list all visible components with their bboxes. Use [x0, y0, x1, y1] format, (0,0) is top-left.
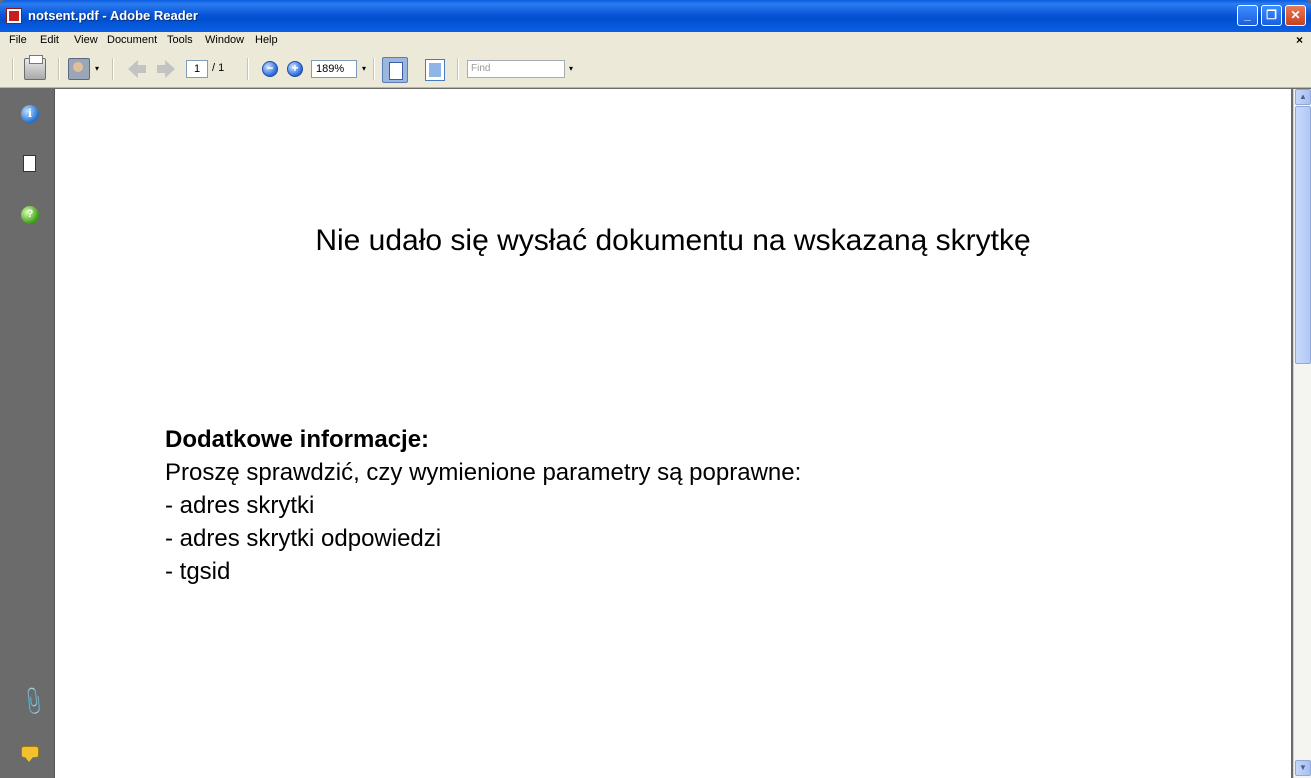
scroll-up-button[interactable]: ▲ — [1295, 89, 1311, 105]
info-icon[interactable]: i — [21, 105, 39, 123]
page-number-input[interactable]: 1 — [186, 60, 208, 78]
navigation-pane: i ? 📎 — [0, 89, 55, 778]
document-subheading: Dodatkowe informacje: — [165, 426, 430, 453]
toolbar-separator — [112, 58, 114, 80]
document-area: Nie udało się wysłać dokumentu na wskaza… — [55, 89, 1293, 778]
fit-page-icon[interactable] — [382, 57, 408, 83]
zoom-out-icon[interactable]: − — [262, 61, 278, 77]
toolbar-separator — [247, 58, 249, 80]
print-icon[interactable] — [24, 55, 46, 80]
pages-icon[interactable] — [20, 153, 36, 172]
comments-icon[interactable] — [21, 746, 39, 762]
document-line: - tgsid — [165, 558, 231, 585]
title-bar: notsent.pdf - Adobe Reader _ ❐ ✕ — [0, 0, 1311, 32]
attachments-icon[interactable]: 📎 — [16, 686, 49, 718]
help-icon[interactable]: ? — [21, 206, 39, 224]
next-page-icon[interactable] — [157, 60, 175, 78]
zoom-dropdown-arrow[interactable]: ▾ — [359, 60, 369, 78]
email-dropdown-arrow[interactable]: ▾ — [92, 60, 102, 78]
menu-document[interactable]: Document — [107, 34, 157, 46]
toolbar-separator — [457, 58, 459, 80]
toolbar: ▾ 1 / 1 − + 189% ▾ Find ▾ — [0, 50, 1311, 88]
pdf-page: Nie udało się wysłać dokumentu na wskaza… — [55, 89, 1291, 778]
previous-page-icon[interactable] — [128, 60, 146, 78]
window-title: notsent.pdf - Adobe Reader — [28, 8, 198, 23]
vertical-scrollbar[interactable]: ▲ ▼ — [1293, 89, 1311, 778]
toolbar-separator — [12, 58, 14, 80]
minimize-button[interactable]: _ — [1237, 5, 1258, 26]
find-input[interactable]: Find — [467, 60, 565, 78]
menu-help[interactable]: Help — [255, 34, 278, 46]
menu-edit[interactable]: Edit — [40, 34, 59, 46]
document-line: Proszę sprawdzić, czy wymienione paramet… — [165, 459, 802, 486]
menu-tools[interactable]: Tools — [167, 34, 193, 46]
menu-file[interactable]: File — [9, 34, 27, 46]
menu-bar: File Edit View Document Tools Window Hel… — [0, 32, 1311, 50]
scroll-down-button[interactable]: ▼ — [1295, 760, 1311, 776]
document-line: - adres skrytki — [165, 492, 315, 519]
adobe-reader-icon — [6, 8, 22, 24]
document-heading: Nie udało się wysłać dokumentu na wskaza… — [315, 224, 1031, 257]
scroll-thumb[interactable] — [1295, 106, 1311, 364]
fit-width-icon[interactable] — [425, 59, 445, 81]
toolbar-separator — [373, 58, 375, 80]
menu-view[interactable]: View — [74, 34, 98, 46]
zoom-level-field[interactable]: 189% — [311, 60, 357, 78]
document-line: - adres skrytki odpowiedzi — [165, 525, 442, 552]
close-document-button[interactable]: × — [1296, 33, 1303, 47]
restore-button[interactable]: ❐ — [1261, 5, 1282, 26]
zoom-in-icon[interactable]: + — [287, 61, 303, 77]
email-icon[interactable] — [68, 58, 90, 80]
menu-window[interactable]: Window — [205, 34, 244, 46]
find-dropdown-arrow[interactable]: ▾ — [566, 60, 576, 78]
toolbar-separator — [58, 58, 60, 80]
page-total: / 1 — [212, 62, 225, 74]
close-button[interactable]: ✕ — [1285, 5, 1306, 26]
